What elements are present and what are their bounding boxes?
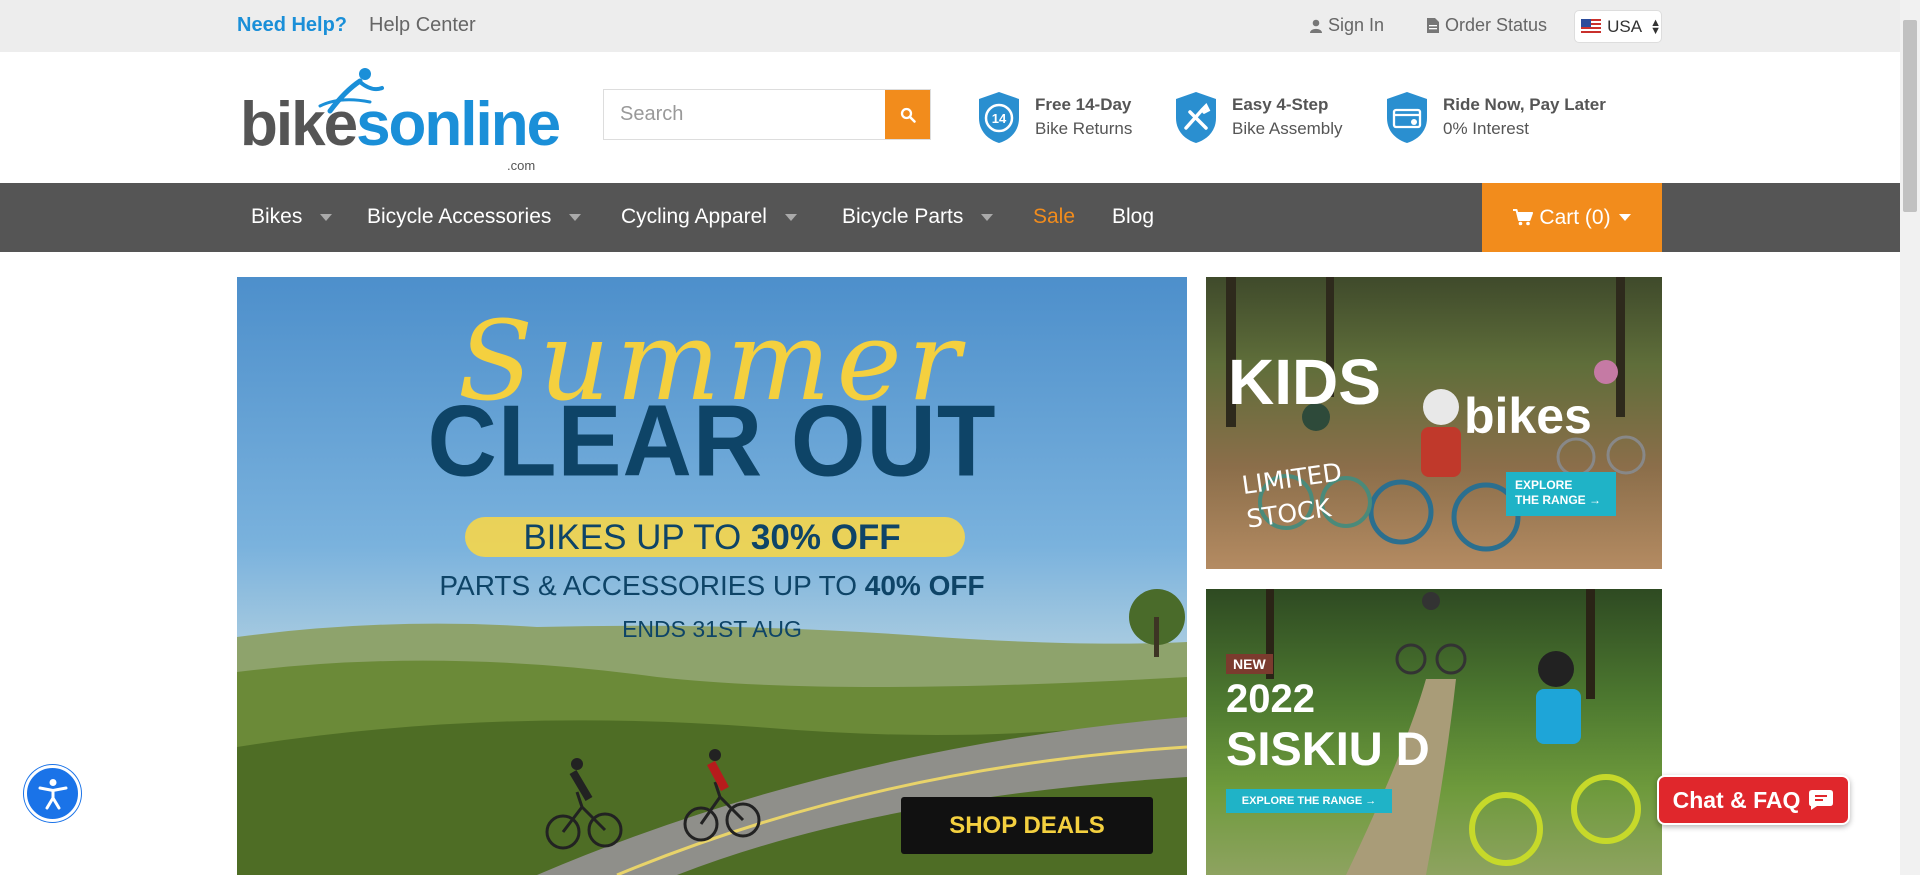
sign-in-label: Sign In (1328, 15, 1385, 35)
search-button[interactable] (885, 90, 930, 139)
chat-faq-label: Chat & FAQ (1672, 786, 1801, 813)
scrollbar-thumb[interactable] (1903, 20, 1917, 212)
kids-title: KIDS (1228, 346, 1381, 418)
kids-subtitle: bikes (1464, 388, 1592, 444)
cart-icon (1513, 209, 1534, 226)
new-tag: NEW (1226, 654, 1273, 674)
feature-returns-subtitle: Bike Returns (1035, 119, 1133, 138)
nav-item-bicycle-accessories[interactable]: Bicycle Accessories (367, 205, 582, 229)
nav-item-sale[interactable]: Sale (1033, 205, 1075, 229)
feature-assembly-title: Easy 4-Step (1232, 95, 1329, 114)
caret-down-icon (569, 213, 582, 221)
feature-returns-title: Free 14-Day (1035, 95, 1132, 114)
nav-item-cycling-apparel[interactable]: Cycling Apparel (621, 205, 797, 229)
help-center-link[interactable]: Help Center (369, 14, 476, 37)
country-label: USA (1607, 16, 1643, 36)
cart-label: Cart (0) (1539, 205, 1611, 229)
caret-down-icon (1618, 214, 1631, 221)
accessibility-button[interactable] (24, 765, 81, 822)
need-help-link[interactable]: Need Help? (237, 14, 347, 37)
feature-assembly-subtitle: Bike Assembly (1232, 119, 1343, 138)
caret-down-icon (784, 213, 797, 221)
siskiu-d-banner[interactable]: NEW 2022 SISKIU D EXPLORE THE RANGE → (1206, 589, 1662, 875)
search-box (603, 89, 931, 140)
nav-item-bicycle-parts[interactable]: Bicycle Parts (842, 205, 994, 229)
siskiu-year: 2022 (1226, 677, 1315, 721)
hero-parts-offer: PARTS & ACCESSORIES UP TO 40% OFF (439, 570, 985, 601)
search-input[interactable] (604, 90, 885, 139)
main-nav: Bikes Bicycle Accessories Cycling Appare… (0, 183, 1900, 252)
user-icon (1310, 19, 1322, 33)
logo-domain-suffix: .com (507, 158, 536, 173)
feature-returns[interactable]: 14 Free 14-Day Bike Returns (975, 89, 1132, 145)
limited-stock-badge: LIMITED STOCK (1240, 457, 1344, 534)
hero-bikes-offer: BIKES UP TO 30% OFF (523, 518, 901, 557)
us-flag-icon (1581, 19, 1602, 34)
document-icon (1427, 18, 1439, 33)
country-selector[interactable]: USA ▲ ▼ (1574, 10, 1662, 43)
hero-end-date: ENDS 31ST AUG (622, 616, 802, 642)
payment-card-icon (1387, 92, 1427, 143)
sort-arrows-icon: ▲ ▼ (1650, 16, 1661, 37)
feature-pay-later-subtitle: 0% Interest (1443, 119, 1529, 138)
cart-button[interactable]: Cart (0) (1482, 183, 1662, 252)
order-status-label: Order Status (1445, 15, 1548, 35)
hero-banner-summer-clear-out[interactable]: Summer CLEAR OUT BIKES UP TO 30% OFF PAR… (237, 277, 1187, 875)
search-icon (900, 107, 916, 123)
hero-title: CLEAR OUT (427, 385, 997, 498)
kids-bikes-banner[interactable]: KIDS bikes LIMITED STOCK EXPLORE THE RAN… (1206, 277, 1662, 569)
siskiu-title: SISKIU D (1226, 722, 1430, 775)
siskiu-explore-button[interactable]: EXPLORE THE RANGE → (1226, 789, 1392, 813)
feature-pay-later-title: Ride Now, Pay Later (1443, 95, 1606, 114)
kids-explore-button[interactable]: EXPLORE THE RANGE → (1506, 472, 1616, 516)
chat-faq-button[interactable]: Chat & FAQ (1657, 775, 1850, 825)
chat-bubble-icon (1809, 790, 1834, 810)
caret-down-icon (320, 213, 333, 221)
feature-assembly[interactable]: Easy 4-Step Bike Assembly (1172, 89, 1343, 145)
bikesonline-logo[interactable]: bikesonline .com (240, 66, 561, 173)
svg-text:14: 14 (992, 111, 1007, 126)
logo-wordmark: bikesonline (240, 90, 561, 159)
shop-deals-button[interactable]: SHOP DEALS (901, 797, 1153, 854)
site-header: bikesonline .com 14 Free 14-Day Bike Ret… (0, 52, 1900, 183)
feature-pay-later[interactable]: Ride Now, Pay Later 0% Interest (1383, 89, 1606, 145)
returns-14-icon: 14 (979, 92, 1019, 143)
caret-down-icon (981, 213, 994, 221)
accessibility-icon (38, 778, 67, 809)
nav-item-blog[interactable]: Blog (1112, 205, 1154, 229)
top-bar: Need Help? Help Center Sign In Order Sta… (0, 0, 1900, 52)
order-status-link[interactable]: Order Status (1427, 15, 1547, 36)
nav-item-bikes[interactable]: Bikes (251, 205, 333, 229)
sign-in-link[interactable]: Sign In (1310, 15, 1384, 36)
tools-icon (1176, 92, 1216, 143)
page-scrollbar[interactable] (1900, 0, 1920, 875)
